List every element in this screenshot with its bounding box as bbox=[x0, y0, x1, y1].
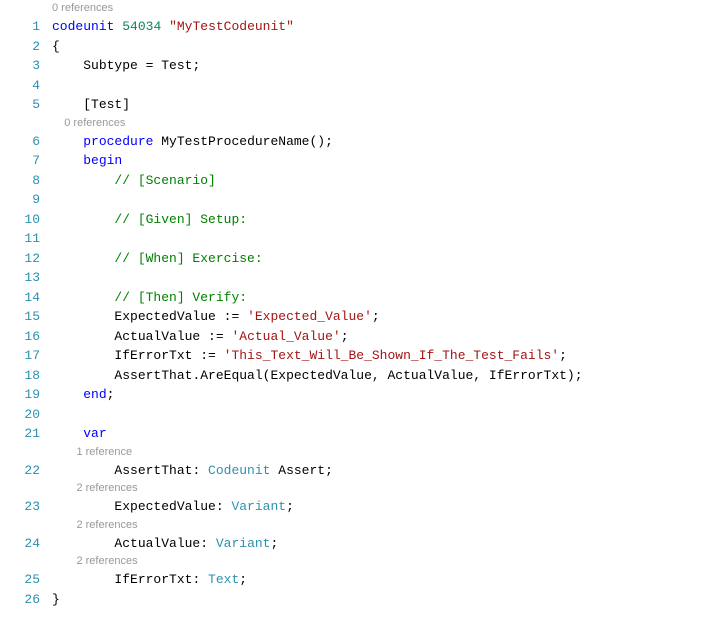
line-number: 3 bbox=[0, 56, 40, 76]
code-line[interactable] bbox=[52, 268, 720, 288]
line-number: 5 bbox=[0, 95, 40, 115]
line-number: 26 bbox=[0, 590, 40, 610]
codelens-references[interactable]: 2 references bbox=[52, 480, 720, 497]
code-line[interactable]: var bbox=[52, 424, 720, 444]
line-number: 23 bbox=[0, 497, 40, 517]
line-number: 12 bbox=[0, 249, 40, 269]
codelens-references[interactable]: 0 references bbox=[52, 0, 720, 17]
code-line[interactable]: // [When] Exercise: bbox=[52, 249, 720, 269]
code-line[interactable]: IfErrorTxt: Text; bbox=[52, 570, 720, 590]
code-line[interactable]: ExpectedValue: Variant; bbox=[52, 497, 720, 517]
line-number: 21 bbox=[0, 424, 40, 444]
line-number: 9 bbox=[0, 190, 40, 210]
line-number: 6 bbox=[0, 132, 40, 152]
code-line[interactable]: [Test] bbox=[52, 95, 720, 115]
code-line[interactable]: codeunit 54034 "MyTestCodeunit" bbox=[52, 17, 720, 37]
codelens-references[interactable]: 2 references bbox=[52, 553, 720, 570]
code-line[interactable]: ActualValue := 'Actual_Value'; bbox=[52, 327, 720, 347]
line-number: 8 bbox=[0, 171, 40, 191]
code-line[interactable]: end; bbox=[52, 385, 720, 405]
line-number: 19 bbox=[0, 385, 40, 405]
code-line[interactable]: procedure MyTestProcedureName(); bbox=[52, 132, 720, 152]
code-line[interactable] bbox=[52, 76, 720, 96]
line-number: 2 bbox=[0, 37, 40, 57]
code-line[interactable] bbox=[52, 405, 720, 425]
codelens-references[interactable]: 0 references bbox=[52, 115, 720, 132]
code-editor[interactable]: 1 2 3 4 5 6 7 8 9 10 11 12 13 14 15 16 1… bbox=[0, 0, 720, 609]
line-number: 13 bbox=[0, 268, 40, 288]
code-line[interactable]: AssertThat: Codeunit Assert; bbox=[52, 461, 720, 481]
line-number: 17 bbox=[0, 346, 40, 366]
code-line[interactable]: ActualValue: Variant; bbox=[52, 534, 720, 554]
line-number: 20 bbox=[0, 405, 40, 425]
line-number: 7 bbox=[0, 151, 40, 171]
code-line[interactable]: // [Given] Setup: bbox=[52, 210, 720, 230]
code-area[interactable]: 0 references codeunit 54034 "MyTestCodeu… bbox=[52, 0, 720, 609]
line-number: 14 bbox=[0, 288, 40, 308]
code-line[interactable]: ExpectedValue := 'Expected_Value'; bbox=[52, 307, 720, 327]
line-number: 16 bbox=[0, 327, 40, 347]
code-line[interactable]: AssertThat.AreEqual(ExpectedValue, Actua… bbox=[52, 366, 720, 386]
codelens-references[interactable]: 1 reference bbox=[52, 444, 720, 461]
code-line[interactable]: { bbox=[52, 37, 720, 57]
line-number-gutter: 1 2 3 4 5 6 7 8 9 10 11 12 13 14 15 16 1… bbox=[0, 0, 52, 609]
line-number: 18 bbox=[0, 366, 40, 386]
line-number: 11 bbox=[0, 229, 40, 249]
line-number: 15 bbox=[0, 307, 40, 327]
code-line[interactable]: } bbox=[52, 590, 720, 610]
line-number: 22 bbox=[0, 461, 40, 481]
line-number: 4 bbox=[0, 76, 40, 96]
code-line[interactable] bbox=[52, 190, 720, 210]
line-number: 10 bbox=[0, 210, 40, 230]
code-line[interactable]: // [Then] Verify: bbox=[52, 288, 720, 308]
line-number: 25 bbox=[0, 570, 40, 590]
codelens-references[interactable]: 2 references bbox=[52, 517, 720, 534]
line-number: 24 bbox=[0, 534, 40, 554]
line-number: 1 bbox=[0, 17, 40, 37]
code-line[interactable]: IfErrorTxt := 'This_Text_Will_Be_Shown_I… bbox=[52, 346, 720, 366]
code-line[interactable]: // [Scenario] bbox=[52, 171, 720, 191]
code-line[interactable] bbox=[52, 229, 720, 249]
code-line[interactable]: Subtype = Test; bbox=[52, 56, 720, 76]
code-line[interactable]: begin bbox=[52, 151, 720, 171]
